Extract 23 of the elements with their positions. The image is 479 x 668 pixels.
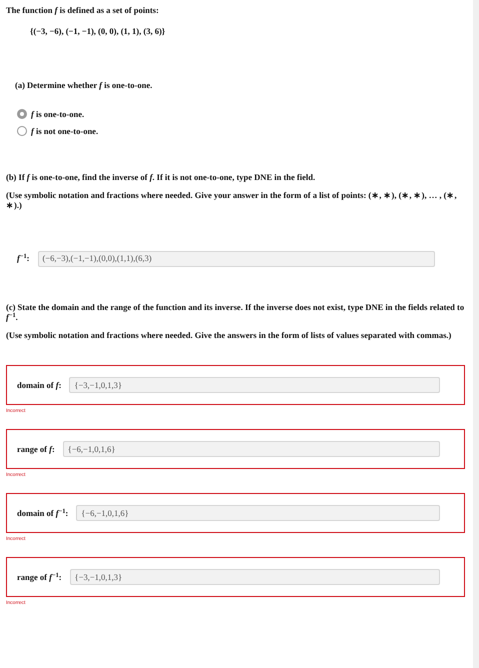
part-c-hint: (Use symbolic notation and fractions where needed. Give the answers in the form of lists of values separated with commas.) (6, 330, 452, 340)
radio-option[interactable]: f is one-to-one. (17, 108, 465, 119)
answer-field[interactable]: {−3,−1,0,1,3} (70, 569, 440, 586)
point-set: {(−3, −6), (−1, −1), (0, 0), (1, 1), (3, 6)} (30, 26, 166, 36)
radio-option[interactable]: f is not one-to-one. (17, 126, 465, 136)
radio-button[interactable] (17, 108, 27, 119)
answer-field[interactable]: (−6,−3),(−1,−1),(0,0),(1,1),(6,3) (38, 250, 435, 266)
intro-text: The function f is defined as a set of points: (6, 5, 160, 16)
part-b-hint: (Use symbolic notation and fractions where needed. Give your answer in the form of a list of points: (∗, ∗), (∗, ∗), … , (∗, ∗).) (6, 190, 458, 210)
answer-field[interactable]: {−6,−1,0,1,6} (76, 505, 440, 522)
field-label: domain of f: (17, 380, 62, 390)
part-c-prompt: (c) State the domain and the range of the function and its inverse. If the inverse does not exist, type DNE in the fields related to f$^{−1}$. (6, 302, 465, 322)
field-label: f$^{−1}$: (17, 253, 30, 264)
field-label: range of f$^{−1}$: (17, 572, 62, 582)
field-label: domain of f$^{−1}$: (17, 508, 68, 518)
radio-button[interactable] (17, 126, 27, 136)
option-label: f is not one-to-one. (31, 126, 98, 136)
field-label: range of f: (17, 444, 55, 454)
part-b-prompt: (b) If f is one-to-one, find the inverse of f. If it is not one-to-one, type DNE in the field. (6, 172, 316, 182)
answer-field[interactable]: {−3,−1,0,1,3} (69, 377, 440, 394)
part-a-prompt: (a) Determine whether f is one-to-one. (15, 80, 154, 91)
option-label: f is one-to-one. (31, 108, 84, 119)
answer-field[interactable]: {−6,−1,0,1,6} (62, 441, 440, 458)
